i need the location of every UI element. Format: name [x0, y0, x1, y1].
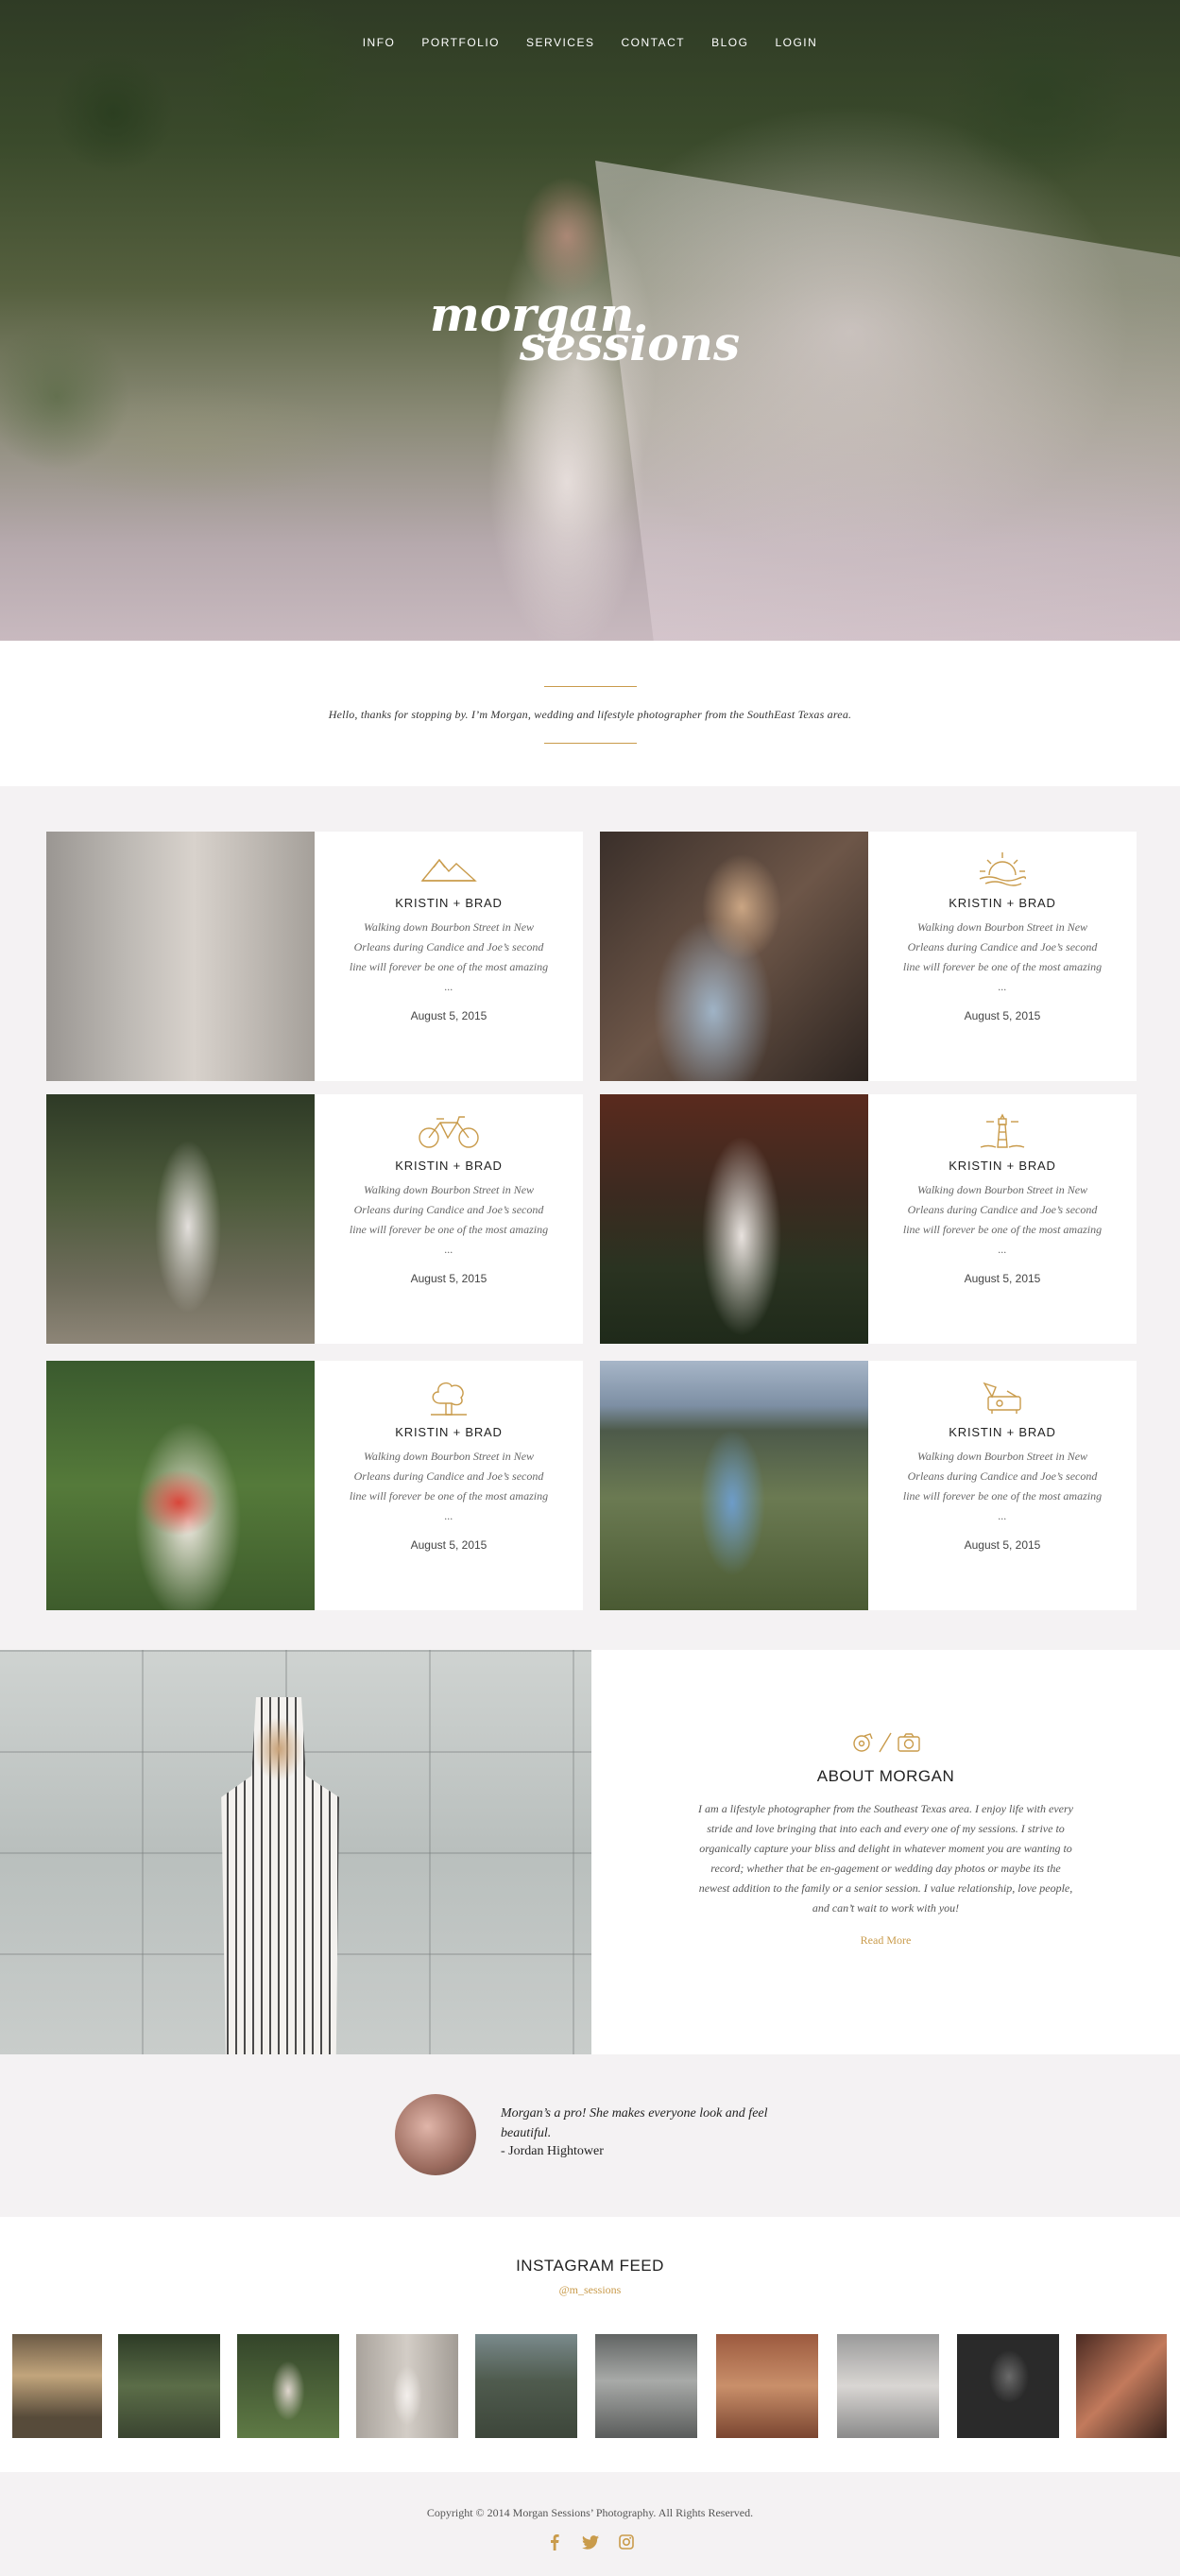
about-body: ABOUT MORGAN I am a lifestyle photograph… — [591, 1650, 1180, 2054]
post-title[interactable]: KRISTIN + BRAD — [868, 1425, 1137, 1439]
post-card[interactable]: KRISTIN + BRAD Walking down Bourbon Stre… — [600, 1361, 1137, 1610]
post-date: August 5, 2015 — [410, 1272, 487, 1285]
post-excerpt: Walking down Bourbon Street in New Orlea… — [349, 1183, 549, 1256]
post-body: KRISTIN + BRAD Walking down Bourbon Stre… — [315, 832, 583, 1081]
camera-icon — [897, 1733, 920, 1752]
testimonial-quote: Morgan’s a pro! She makes everyone look … — [501, 2106, 768, 2140]
post-title[interactable]: KRISTIN + BRAD — [868, 1159, 1137, 1173]
testimonial-section: Morgan’s a pro! She makes everyone look … — [0, 2054, 1180, 2217]
post-photo[interactable] — [46, 832, 315, 1081]
about-title: ABOUT MORGAN — [816, 1767, 955, 1785]
site-logo[interactable]: morgan sessions — [430, 291, 751, 368]
about-photo — [0, 1650, 591, 2054]
post-photo[interactable] — [600, 1094, 868, 1344]
testimonial-avatar — [395, 2094, 476, 2175]
post-body: KRISTIN + BRAD Walking down Bourbon Stre… — [868, 1361, 1137, 1610]
intro-text: Hello, thanks for stopping by. I’m Morga… — [328, 708, 852, 721]
post-photo[interactable] — [46, 1094, 315, 1344]
read-more-link[interactable]: Read More — [861, 1933, 912, 1948]
nav-services[interactable]: SERVICES — [526, 36, 594, 49]
intro-section: Hello, thanks for stopping by. I’m Morga… — [0, 641, 1180, 786]
tree-icon — [315, 1380, 583, 1416]
post-title[interactable]: KRISTIN + BRAD — [315, 1159, 583, 1173]
post-title[interactable]: KRISTIN + BRAD — [315, 896, 583, 910]
instagram-thumb[interactable] — [1076, 2334, 1167, 2438]
post-card[interactable]: KRISTIN + BRAD Walking down Bourbon Stre… — [46, 1361, 583, 1610]
about-person — [221, 1697, 339, 2054]
post-date: August 5, 2015 — [410, 1538, 487, 1552]
instagram-grid — [12, 2334, 1180, 2438]
nav-info[interactable]: INFO — [363, 36, 396, 49]
twitter-icon[interactable] — [581, 2533, 599, 2550]
post-date: August 5, 2015 — [964, 1538, 1041, 1552]
post-body: KRISTIN + BRAD Walking down Bourbon Stre… — [315, 1361, 583, 1610]
post-title[interactable]: KRISTIN + BRAD — [868, 896, 1137, 910]
about-section: ABOUT MORGAN I am a lifestyle photograph… — [0, 1650, 1180, 2054]
post-photo[interactable] — [46, 1361, 315, 1610]
post-date: August 5, 2015 — [410, 1009, 487, 1022]
record-player-icon — [868, 1380, 1137, 1416]
copyright: Copyright © 2014 Morgan Sessions’ Photog… — [426, 2506, 754, 2519]
instagram-thumb[interactable] — [837, 2334, 939, 2438]
sun-icon — [868, 850, 1137, 886]
instagram-thumb[interactable] — [595, 2334, 697, 2438]
instagram-thumb[interactable] — [716, 2334, 818, 2438]
testimonial-author: - Jordan Hightower — [501, 2144, 604, 2158]
nav-blog[interactable]: BLOG — [711, 36, 748, 49]
instagram-thumb[interactable] — [475, 2334, 577, 2438]
film-roll-icon — [852, 1733, 873, 1752]
instagram-title: INSTAGRAM FEED — [516, 2257, 664, 2275]
nav-contact[interactable]: CONTACT — [621, 36, 685, 49]
post-card[interactable]: KRISTIN + BRAD Walking down Bourbon Stre… — [600, 1094, 1137, 1344]
instagram-thumb[interactable] — [356, 2334, 458, 2438]
post-photo[interactable] — [600, 1361, 868, 1610]
about-icons — [591, 1731, 1180, 1754]
instagram-handle[interactable]: @m_sessions — [0, 2283, 1180, 2297]
instagram-icon[interactable] — [618, 2533, 635, 2550]
divider — [543, 743, 637, 744]
footer: Copyright © 2014 Morgan Sessions’ Photog… — [0, 2472, 1180, 2576]
divider — [543, 686, 637, 687]
post-photo[interactable] — [600, 832, 868, 1081]
post-excerpt: Walking down Bourbon Street in New Orlea… — [349, 920, 549, 993]
post-excerpt: Walking down Bourbon Street in New Orlea… — [902, 1183, 1103, 1256]
post-date: August 5, 2015 — [964, 1009, 1041, 1022]
hero-banner: INFO PORTFOLIO SERVICES CONTACT BLOG LOG… — [0, 0, 1180, 641]
lighthouse-icon — [868, 1113, 1137, 1149]
main-nav: INFO PORTFOLIO SERVICES CONTACT BLOG LOG… — [0, 36, 1180, 49]
post-excerpt: Walking down Bourbon Street in New Orlea… — [349, 1450, 549, 1522]
bicycle-icon — [315, 1113, 583, 1149]
post-card[interactable]: KRISTIN + BRAD Walking down Bourbon Stre… — [46, 832, 583, 1081]
post-card[interactable]: KRISTIN + BRAD Walking down Bourbon Stre… — [600, 832, 1137, 1081]
mountain-icon — [315, 850, 583, 886]
page: INFO PORTFOLIO SERVICES CONTACT BLOG LOG… — [0, 0, 1180, 2576]
instagram-thumb[interactable] — [12, 2334, 102, 2438]
post-date: August 5, 2015 — [964, 1272, 1041, 1285]
facebook-icon[interactable] — [546, 2533, 563, 2550]
instagram-section: INSTAGRAM FEED @m_sessions — [0, 2217, 1180, 2472]
post-excerpt: Walking down Bourbon Street in New Orlea… — [902, 920, 1103, 993]
post-card[interactable]: KRISTIN + BRAD Walking down Bourbon Stre… — [46, 1094, 583, 1344]
nav-login[interactable]: LOGIN — [775, 36, 817, 49]
slash-icon — [878, 1732, 892, 1753]
instagram-thumb[interactable] — [118, 2334, 220, 2438]
social-links — [0, 2533, 1180, 2550]
post-body: KRISTIN + BRAD Walking down Bourbon Stre… — [868, 1094, 1137, 1344]
about-text: I am a lifestyle photographer from the S… — [698, 1802, 1073, 1915]
nav-portfolio[interactable]: PORTFOLIO — [421, 36, 500, 49]
post-body: KRISTIN + BRAD Walking down Bourbon Stre… — [315, 1094, 583, 1344]
instagram-thumb[interactable] — [957, 2334, 1059, 2438]
instagram-thumb[interactable] — [237, 2334, 339, 2438]
post-excerpt: Walking down Bourbon Street in New Orlea… — [902, 1450, 1103, 1522]
post-title[interactable]: KRISTIN + BRAD — [315, 1425, 583, 1439]
post-body: KRISTIN + BRAD Walking down Bourbon Stre… — [868, 832, 1137, 1081]
